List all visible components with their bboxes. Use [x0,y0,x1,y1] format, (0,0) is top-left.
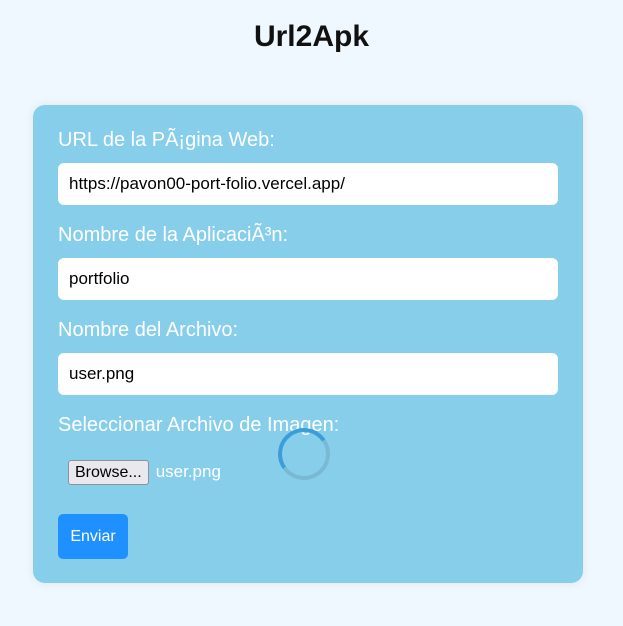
app-name-input[interactable]: portfolio [58,258,558,300]
browse-button[interactable]: Browse... [68,459,149,485]
url-input[interactable]: https://pavon00-port-folio.vercel.app/ [58,163,558,205]
app-name-label: Nombre de la AplicaciÃ³n: [58,224,289,246]
image-file-picker[interactable]: Browse... user.png [68,459,221,485]
file-name-input[interactable]: user.png [58,353,558,395]
selected-file-name: user.png [155,462,221,481]
url-label: URL de la PÃ¡gina Web: [58,129,275,151]
app-title: Url2Apk [253,20,370,53]
file-name-label: Nombre del Archivo: [58,319,239,341]
url2apk-form: URL de la PÃ¡gina Web: https://pavon00-p… [33,105,583,583]
submit-button[interactable]: Enviar [58,514,128,559]
